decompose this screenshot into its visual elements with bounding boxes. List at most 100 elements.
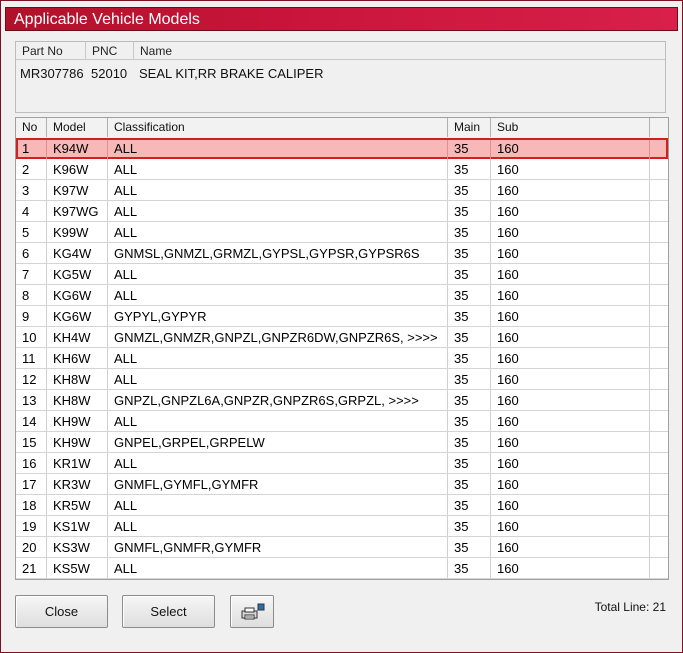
col-classification-header[interactable]: Classification xyxy=(108,118,448,137)
cell-main: 35 xyxy=(448,306,491,326)
cell-sub: 160 xyxy=(491,495,650,515)
cell-no: 11 xyxy=(16,348,47,368)
cell-model: KH8W xyxy=(47,369,108,389)
cell-classification: ALL xyxy=(108,264,448,284)
cell-classification: GNMFL,GNMFR,GYMFR xyxy=(108,537,448,557)
cell-classification: GNMFL,GYMFL,GYMFR xyxy=(108,474,448,494)
cell-main: 35 xyxy=(448,411,491,431)
cell-main: 35 xyxy=(448,369,491,389)
close-button[interactable]: Close xyxy=(15,595,108,628)
cell-classification: ALL xyxy=(108,411,448,431)
table-row[interactable]: 21 KS5W ALL 35 160 xyxy=(16,558,668,579)
cell-no: 6 xyxy=(16,243,47,263)
col-main-header[interactable]: Main xyxy=(448,118,491,137)
select-button[interactable]: Select xyxy=(122,595,215,628)
table-row[interactable]: 20 KS3W GNMFL,GNMFR,GYMFR 35 160 xyxy=(16,537,668,558)
cell-no: 18 xyxy=(16,495,47,515)
table-row[interactable]: 19 KS1W ALL 35 160 xyxy=(16,516,668,537)
cell-model: K94W xyxy=(47,140,108,160)
table-row[interactable]: 3 K97W ALL 35 160 xyxy=(16,180,668,201)
cell-model: KH9W xyxy=(47,411,108,431)
cell-no: 5 xyxy=(16,222,47,242)
cell-classification: GNPEL,GRPEL,GRPELW xyxy=(108,432,448,452)
part-info-header: Part No PNC Name xyxy=(16,42,665,60)
col-model-header[interactable]: Model xyxy=(47,118,108,137)
cell-no: 7 xyxy=(16,264,47,284)
table-row[interactable]: 15 KH9W GNPEL,GRPEL,GRPELW 35 160 xyxy=(16,432,668,453)
cell-classification: ALL xyxy=(108,159,448,179)
cell-model: KG6W xyxy=(47,306,108,326)
cell-classification: GNMZL,GNMZR,GNPZL,GNPZR6DW,GNPZR6S, >>>> xyxy=(108,327,448,347)
col-sub-header[interactable]: Sub xyxy=(491,118,650,137)
cell-classification: GNPZL,GNPZL6A,GNPZR,GNPZR6S,GRPZL, >>>> xyxy=(108,390,448,410)
cell-main: 35 xyxy=(448,201,491,221)
table-row[interactable]: 6 KG4W GNMSL,GNMZL,GRMZL,GYPSL,GYPSR,GYPSR… xyxy=(16,243,668,264)
cell-sub: 160 xyxy=(491,306,650,326)
name-header: Name xyxy=(140,44,173,58)
cell-classification: ALL xyxy=(108,285,448,305)
table-row[interactable]: 16 KR1W ALL 35 160 xyxy=(16,453,668,474)
cell-model: KH9W xyxy=(47,432,108,452)
table-row[interactable]: 4 K97WG ALL 35 160 xyxy=(16,201,668,222)
cell-model: KG5W xyxy=(47,264,108,284)
table-row[interactable]: 17 KR3W GNMFL,GYMFL,GYMFR 35 160 xyxy=(16,474,668,495)
cell-classification: ALL xyxy=(108,201,448,221)
cell-main: 35 xyxy=(448,285,491,305)
cell-model: KR1W xyxy=(47,453,108,473)
cell-sub: 160 xyxy=(491,140,650,160)
cell-sub: 160 xyxy=(491,390,650,410)
table-row[interactable]: 2 K96W ALL 35 160 xyxy=(16,159,668,180)
table-row[interactable]: 12 KH8W ALL 35 160 xyxy=(16,369,668,390)
cell-sub: 160 xyxy=(491,474,650,494)
table-row[interactable]: 11 KH6W ALL 35 160 xyxy=(16,348,668,369)
table-row[interactable]: 9 KG6W GYPYL,GYPYR 35 160 xyxy=(16,306,668,327)
cell-sub: 160 xyxy=(491,348,650,368)
cell-classification: ALL xyxy=(108,369,448,389)
part-name-value: SEAL KIT,RR BRAKE CALIPER xyxy=(139,66,324,81)
table-row[interactable]: 14 KH9W ALL 35 160 xyxy=(16,411,668,432)
cell-sub: 160 xyxy=(491,432,650,452)
vehicle-models-table[interactable]: No Model Classification Main Sub 1 K94W AL… xyxy=(15,117,669,580)
table-row[interactable]: 8 KG6W ALL 35 160 xyxy=(16,285,668,306)
cell-sub: 160 xyxy=(491,159,650,179)
cell-no: 10 xyxy=(16,327,47,347)
table-row[interactable]: 18 KR5W ALL 35 160 xyxy=(16,495,668,516)
table-row[interactable]: 13 KH8W GNPZL,GNPZL6A,GNPZR,GNPZR6S,GRPZL,… xyxy=(16,390,668,411)
table-header: No Model Classification Main Sub xyxy=(16,118,668,139)
cell-no: 8 xyxy=(16,285,47,305)
cell-main: 35 xyxy=(448,327,491,347)
pnc-header: PNC xyxy=(86,42,134,59)
cell-classification: GNMSL,GNMZL,GRMZL,GYPSL,GYPSR,GYPSR6S xyxy=(108,243,448,263)
cell-main: 35 xyxy=(448,537,491,557)
table-row[interactable]: 7 KG5W ALL 35 160 xyxy=(16,264,668,285)
cell-main: 35 xyxy=(448,453,491,473)
table-row[interactable]: 10 KH4W GNMZL,GNMZR,GNPZL,GNPZR6DW,GNPZR6S… xyxy=(16,327,668,348)
cell-sub: 160 xyxy=(491,516,650,536)
col-no-header[interactable]: No xyxy=(16,118,47,137)
cell-model: KS1W xyxy=(47,516,108,536)
cell-sub: 160 xyxy=(491,243,650,263)
cell-no: 17 xyxy=(16,474,47,494)
cell-no: 15 xyxy=(16,432,47,452)
total-line-label: Total Line: 21 xyxy=(594,600,666,614)
print-button[interactable] xyxy=(230,595,274,628)
cell-classification: ALL xyxy=(108,348,448,368)
part-no-value: MR307786 xyxy=(20,66,84,81)
cell-model: KS5W xyxy=(47,558,108,578)
table-row[interactable]: 5 K99W ALL 35 160 xyxy=(16,222,668,243)
title-bar[interactable]: Applicable Vehicle Models xyxy=(5,7,678,31)
cell-main: 35 xyxy=(448,264,491,284)
cell-model: KS3W xyxy=(47,537,108,557)
table-row[interactable]: 1 K94W ALL 35 160 xyxy=(16,138,668,160)
cell-classification: ALL xyxy=(108,516,448,536)
cell-main: 35 xyxy=(448,243,491,263)
cell-model: KH4W xyxy=(47,327,108,347)
printer-icon xyxy=(241,603,265,620)
cell-main: 35 xyxy=(448,140,491,160)
cell-no: 14 xyxy=(16,411,47,431)
cell-no: 21 xyxy=(16,558,47,578)
cell-sub: 160 xyxy=(491,180,650,200)
cell-main: 35 xyxy=(448,558,491,578)
cell-main: 35 xyxy=(448,222,491,242)
cell-sub: 160 xyxy=(491,537,650,557)
